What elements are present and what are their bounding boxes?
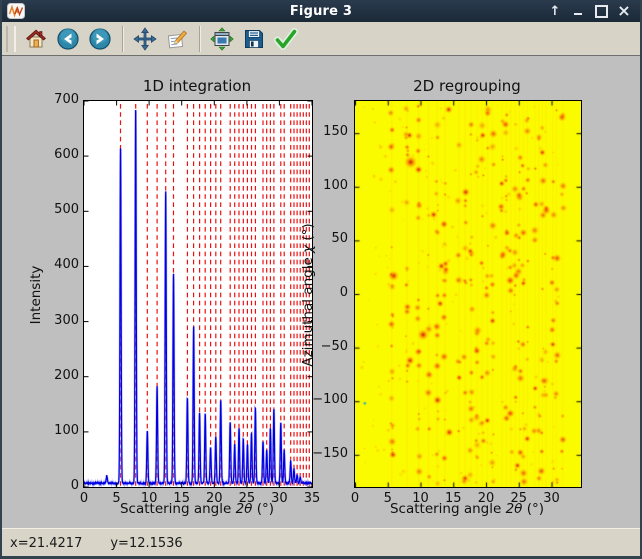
- x-tick-label-2d: 15: [445, 491, 462, 506]
- maximize-icon: [595, 5, 608, 18]
- status-bar: x=21.4217 y=12.1536: [2, 528, 640, 557]
- plot-title-1d: 1D integration: [83, 77, 311, 95]
- save-icon: [242, 27, 266, 51]
- y-tick-label-1d: 500: [44, 202, 79, 217]
- back-button[interactable]: [53, 24, 83, 54]
- forward-button[interactable]: [85, 24, 115, 54]
- x-tick-label-2d: 25: [510, 491, 527, 506]
- subplots-icon: [210, 27, 234, 51]
- check-icon: [274, 27, 298, 51]
- y-tick-label-1d: 400: [44, 257, 79, 272]
- toolbar-separator: [122, 26, 123, 52]
- figure-window: Figure 3 ↑ × 1D integration 2D regroupin…: [0, 0, 642, 559]
- ylabel-intensity: Intensity: [28, 185, 44, 405]
- y-tick-label-1d: 200: [44, 368, 79, 383]
- back-icon: [56, 27, 80, 51]
- x-tick-label-1d: 25: [239, 491, 256, 506]
- y-tick-label-1d: 700: [44, 92, 79, 107]
- apply-check-button[interactable]: [271, 24, 301, 54]
- shade-button[interactable]: ↑: [547, 3, 563, 19]
- y-tick-label-1d: 100: [44, 423, 79, 438]
- y-tick-label-2d: 50: [302, 231, 348, 246]
- y-tick-label-2d: 0: [302, 285, 348, 300]
- y-tick-label-2d: −150: [302, 446, 348, 461]
- 2d-map-canvas: [355, 101, 581, 487]
- configure-subplots-button[interactable]: [207, 24, 237, 54]
- x-tick-label-1d: 20: [206, 491, 223, 506]
- forward-icon: [88, 27, 112, 51]
- y-tick-label-2d: −50: [302, 339, 348, 354]
- window-controls: ↑ ×: [547, 0, 632, 22]
- close-icon: ×: [617, 3, 630, 19]
- window-title: Figure 3: [2, 4, 640, 19]
- toolbar-separator: [199, 26, 200, 52]
- x-tick-label-1d: 30: [271, 491, 288, 506]
- x-tick-label-1d: 0: [80, 491, 88, 506]
- y-tick-label-1d: 300: [44, 313, 79, 328]
- y-tick-label-1d: 0: [44, 478, 79, 493]
- x-tick-label-1d: 15: [173, 491, 190, 506]
- title-bar[interactable]: Figure 3 ↑ ×: [2, 0, 640, 22]
- toolbar-drag-handle[interactable]: [6, 26, 16, 52]
- x-tick-label-2d: 10: [412, 491, 429, 506]
- axes-1d-integration[interactable]: [83, 100, 313, 488]
- pan-button[interactable]: [130, 24, 160, 54]
- x-tick-label-1d: 5: [112, 491, 120, 506]
- x-tick-label-1d: 10: [141, 491, 158, 506]
- x-tick-label-2d: 5: [384, 491, 392, 506]
- home-button[interactable]: [21, 24, 51, 54]
- edit-icon: [165, 27, 189, 51]
- axes-2d-regrouping[interactable]: [354, 100, 582, 488]
- cursor-y-readout: y=12.1536: [110, 536, 182, 551]
- maximize-button[interactable]: [593, 3, 609, 19]
- customize-button[interactable]: [162, 24, 192, 54]
- home-icon: [24, 27, 48, 51]
- cursor-x-readout: x=21.4217: [10, 536, 82, 551]
- y-tick-label-2d: −100: [302, 392, 348, 407]
- y-tick-label-1d: 600: [44, 147, 79, 162]
- save-button[interactable]: [239, 24, 269, 54]
- close-button[interactable]: ×: [616, 3, 632, 19]
- x-tick-label-1d: 35: [304, 491, 321, 506]
- x-tick-label-2d: 20: [478, 491, 495, 506]
- pan-icon: [133, 27, 157, 51]
- up-arrow-icon: ↑: [550, 5, 561, 18]
- matplotlib-toolbar: [2, 22, 640, 56]
- x-tick-label-2d: 0: [351, 491, 359, 506]
- figure-canvas[interactable]: 1D integration 2D regrouping Intensity S…: [2, 57, 642, 528]
- y-tick-label-2d: 150: [302, 124, 348, 139]
- 1d-plot-svg: [84, 101, 312, 487]
- y-tick-label-2d: 100: [302, 178, 348, 193]
- minimize-icon: [574, 13, 582, 15]
- minimize-button[interactable]: [570, 3, 586, 19]
- x-tick-label-2d: 30: [543, 491, 560, 506]
- plot-title-2d: 2D regrouping: [354, 77, 580, 95]
